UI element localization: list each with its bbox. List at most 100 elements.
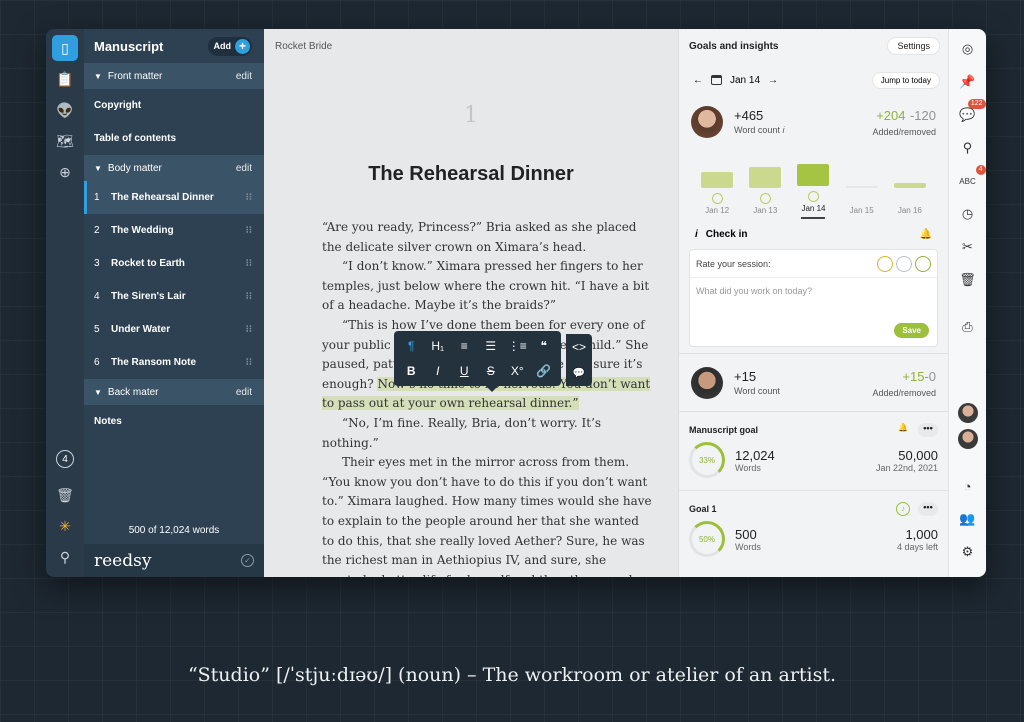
happy-face-icon[interactable] [915,255,931,272]
drag-handle-icon[interactable]: ⁝⁝ [246,225,252,236]
gear-icon[interactable]: ⚙ [956,540,980,564]
drag-handle-icon[interactable]: ⁝⁝ [246,258,252,269]
chapter-item[interactable]: 2 The Wedding ⁝⁝ [84,214,264,247]
quote-icon[interactable]: ❝ [531,334,558,359]
underline-icon[interactable]: U [451,359,478,384]
drag-handle-icon[interactable]: ⁝⁝ [246,324,252,335]
settings-button[interactable]: Settings [887,37,940,55]
section-body-matter[interactable]: ▼ Body matter edit [84,155,264,181]
edit-link[interactable]: edit [236,387,252,398]
toolbar-pointer [486,386,498,392]
day-bar-column[interactable]: Jan 12 [700,172,734,219]
trash-icon[interactable]: 🗑 [956,268,980,292]
day-label: Jan 13 [753,206,778,215]
manuscript-sidebar: Manuscript Add + ▼ Front matter edit Cop… [84,29,264,577]
bullet-list-icon[interactable]: ☰ [478,334,505,359]
smile-icon [856,193,867,204]
code-icon[interactable]: <> [566,334,592,360]
section-back-matter[interactable]: ▼ Back mater edit [84,379,264,405]
edit-link[interactable]: edit [236,163,252,174]
spellcheck-icon[interactable]: ABC 4 [956,165,986,193]
trash-icon[interactable]: 🗑 [52,482,78,508]
goal-progress-ring: 33% [689,442,725,478]
paragraph[interactable]: “Are you ready, Princess?” Bria asked as… [322,218,652,257]
bold-icon[interactable]: B [398,359,425,384]
chapter-title: Under Water [111,324,171,335]
superscript-icon[interactable]: X° [504,359,531,384]
goal-1-card: Goal 1 ♪ ••• 50% 500 Words 1,000 4 days … [679,490,948,557]
chapter-title: The Rehearsal Dinner [111,192,214,203]
jump-to-today-button[interactable]: Jump to today [871,71,940,89]
clipboard-icon[interactable]: 📋 [52,66,78,92]
save-button[interactable]: Save [894,323,929,338]
bell-icon[interactable]: 🔔 [896,423,910,437]
drag-handle-icon[interactable]: ⁝⁝ [246,291,252,302]
bell-icon[interactable]: ♪ [896,502,910,516]
neutral-face-icon[interactable] [896,255,912,272]
notification-badge[interactable]: 4 [56,450,74,468]
feed-icon[interactable]: ◔ [956,474,980,498]
chapter-item[interactable]: 5 Under Water ⁝⁝ [84,313,264,346]
clock-icon[interactable]: ◷ [956,202,980,226]
calendar-icon[interactable] [711,75,722,85]
chapter-heading[interactable]: The Rehearsal Dinner [264,163,678,186]
section-front-matter[interactable]: ▼ Front matter edit [84,63,264,89]
day-bar-column[interactable]: Jan 13 [748,167,782,219]
prev-date-icon[interactable]: ← [693,75,703,86]
chapter-title: Rocket to Earth [111,258,185,269]
strikethrough-icon[interactable]: S [478,359,505,384]
info-icon[interactable]: 𝑖 [782,125,784,135]
day-bar-column[interactable]: Jan 15 [845,186,879,219]
bell-icon[interactable]: 🔔 [920,229,932,240]
sad-face-icon[interactable] [877,255,893,272]
search-icon[interactable]: ⚲ [956,136,980,160]
align-icon[interactable]: ≡ [451,334,478,359]
print-icon[interactable]: ⎙ [956,315,980,339]
chapter-item[interactable]: 1 The Rehearsal Dinner ⁝⁝ [84,181,264,214]
chapter-item[interactable]: 4 The Siren's Lair ⁝⁝ [84,280,264,313]
page-number: 1 [464,103,478,128]
paragraph-icon[interactable]: ¶ [398,334,425,359]
target-icon[interactable]: ◎ [956,37,980,61]
chapter-item[interactable]: 3 Rocket to Earth ⁝⁝ [84,247,264,280]
day-bar-column[interactable]: Jan 14 [796,164,830,219]
book-icon[interactable]: ▯ [52,35,78,61]
alien-icon[interactable]: 👽 [52,97,78,123]
avatar[interactable] [957,403,978,423]
add-button[interactable]: Add + [207,36,252,56]
italic-icon[interactable]: I [425,359,452,384]
info-icon: i [695,228,698,240]
sparkle-icon[interactable]: ✳ [52,513,78,539]
session-notes-input[interactable]: What did you work on today? [690,278,937,304]
comment-icon[interactable]: 💬 [566,360,592,386]
more-options-icon[interactable]: ••• [918,423,938,437]
drag-handle-icon[interactable]: ⁝⁝ [246,192,252,203]
drag-handle-icon[interactable]: ⁝⁝ [246,357,252,368]
chapter-item[interactable]: 6 The Ransom Note ⁝⁝ [84,346,264,379]
next-date-icon[interactable]: → [768,75,778,86]
heading-icon[interactable]: H₁ [425,334,452,359]
editor-pane[interactable]: Rocket Bride 1 The Rehearsal Dinner “Are… [264,29,678,577]
paragraph[interactable]: “No, I’m fine. Really, Bria, don’t worry… [322,414,652,453]
manuscript-text[interactable]: “Are you ready, Princess?” Bria asked as… [322,218,652,577]
scissors-icon[interactable]: ✂ [956,235,980,259]
sidebar-item-toc[interactable]: Table of contents [84,122,264,155]
edit-link[interactable]: edit [236,71,252,82]
chat-icon[interactable]: 💬 122 [956,99,986,127]
day-bar-column[interactable]: Jan 16 [893,183,927,219]
avatar[interactable] [957,429,978,449]
word-total: 500 of 12,024 words [84,517,264,544]
link-icon[interactable]: 🔗 [531,359,558,384]
section-label: Body matter [107,162,162,174]
more-options-icon[interactable]: ••• [918,502,938,516]
plus-icon[interactable]: ⊕ [52,159,78,185]
numbered-list-icon[interactable]: ⋮≡ [504,334,531,359]
search-icon[interactable]: ⚲ [52,544,78,570]
sidebar-item-notes[interactable]: Notes [84,405,264,438]
paragraph[interactable]: Their eyes met in the mirror across from… [322,453,652,577]
map-icon[interactable]: 🗺 [52,128,78,154]
paragraph[interactable]: “I don’t know.” Ximara pressed her finge… [322,257,652,316]
sidebar-item-copyright[interactable]: Copyright [84,89,264,122]
users-icon[interactable]: 👥 [956,507,980,531]
pin-icon[interactable]: 📌 [956,70,980,94]
